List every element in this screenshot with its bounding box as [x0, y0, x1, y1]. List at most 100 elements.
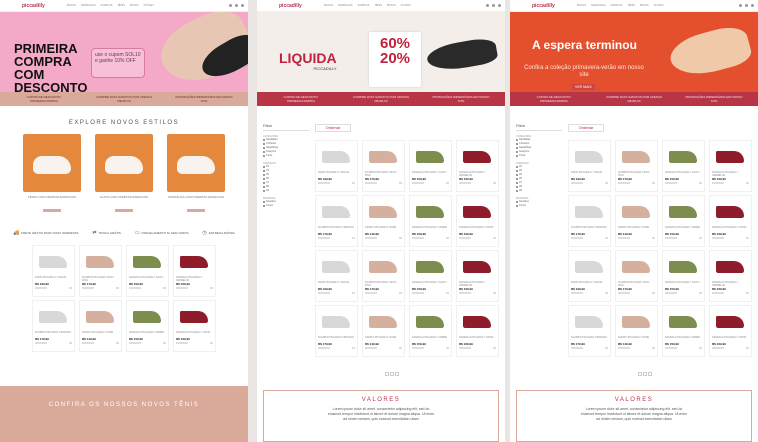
wishlist-icon[interactable]	[116, 287, 119, 289]
wishlist-icon[interactable]	[746, 292, 749, 294]
buy-button[interactable]	[618, 237, 630, 239]
buy-button[interactable]	[82, 287, 94, 289]
product-card[interactable]: SAPATO PICCADILLY NUDE R$ 149,99	[362, 195, 405, 247]
product-card[interactable]: TÊNIS PICCADILLY CASUAL R$ 199,99	[315, 140, 358, 192]
nav-item[interactable]: BOTAS	[640, 4, 649, 7]
wishlist-icon[interactable]	[446, 182, 449, 184]
buy-button[interactable]	[318, 182, 330, 184]
wishlist-icon[interactable]	[493, 237, 496, 239]
cart-icon[interactable]	[241, 4, 244, 7]
product-card[interactable]: TÊNIS PICCADILLY CASUAL R$ 199,99	[315, 250, 358, 302]
buy-button[interactable]	[571, 237, 583, 239]
buy-button[interactable]	[571, 292, 583, 294]
checkbox-icon[interactable]	[263, 205, 265, 207]
product-card[interactable]: TÊNIS PICCADILLY CASUAL R$ 199,99	[32, 245, 75, 297]
wishlist-icon[interactable]	[652, 182, 655, 184]
wishlist-icon[interactable]	[399, 237, 402, 239]
filter-header[interactable]: Filtrar	[263, 124, 309, 131]
buy-button[interactable]	[712, 237, 724, 239]
buy-button[interactable]	[35, 287, 47, 289]
wishlist-icon[interactable]	[352, 237, 355, 239]
nav-item[interactable]: SANDÁLIAS	[81, 4, 96, 7]
product-card[interactable]: SCARPIN PICCADILLY BICO FINO R$ 179,99	[615, 250, 658, 302]
wishlist-icon[interactable]	[399, 347, 402, 349]
checkbox-icon[interactable]	[516, 139, 518, 141]
buy-button[interactable]	[459, 292, 471, 294]
hero-banner[interactable]: PRIMEIRA COMPRA COM DESCONTO use o cupom…	[0, 12, 248, 92]
buy-button[interactable]	[459, 237, 471, 239]
product-card[interactable]: TÊNIS PICCADILLY CASUAL R$ 199,99	[568, 140, 611, 192]
wishlist-icon[interactable]	[699, 182, 702, 184]
wishlist-icon[interactable]	[352, 347, 355, 349]
checkbox-icon[interactable]	[263, 139, 265, 141]
wishlist-icon[interactable]	[652, 347, 655, 349]
style-card[interactable]: TÊNIS COM OFERTAS ESPECIAIS	[23, 134, 81, 217]
checkbox-icon[interactable]	[263, 186, 265, 188]
product-card[interactable]: SCARPIN PICCADILLY BRANCO R$ 179,99	[315, 195, 358, 247]
product-card[interactable]: SANDÁLIA PICCADILLY VERDE R$ 159,99	[662, 195, 705, 247]
page-button[interactable]	[395, 372, 399, 376]
filter-option[interactable]: 39	[263, 189, 309, 193]
nav-item[interactable]: OUTLET	[144, 4, 154, 7]
product-card[interactable]: SCARPIN PICCADILLY BRANCO R$ 179,99	[568, 305, 611, 357]
checkbox-icon[interactable]	[516, 155, 518, 157]
product-card[interactable]: SANDÁLIA PICCADILLY VINHO R$ 169,99	[709, 305, 752, 357]
nav-item[interactable]: BOTAS	[130, 4, 139, 7]
nav-item[interactable]: TÊNIS	[627, 4, 635, 7]
style-card[interactable]: FLATS COM OFERTAS ESPECIAIS	[95, 134, 153, 217]
style-button[interactable]	[187, 209, 205, 212]
product-card[interactable]: SCARPIN PICCADILLY BRANCO R$ 179,99	[32, 300, 75, 352]
product-card[interactable]: SCARPIN PICCADILLY BRANCO R$ 179,99	[568, 195, 611, 247]
product-card[interactable]: SANDÁLIA PICCADILLY VERDE R$ 159,99	[409, 305, 452, 357]
checkbox-icon[interactable]	[516, 201, 518, 203]
style-card[interactable]: SANDÁLIAS COM OFERTAS ESPECIAIS	[167, 134, 225, 217]
checkbox-icon[interactable]	[263, 147, 265, 149]
nav-item[interactable]: OUTLET	[654, 4, 664, 7]
hero-banner[interactable]: A espera terminou Confira a coleção prim…	[510, 12, 758, 92]
user-icon[interactable]	[745, 4, 748, 7]
sort-button[interactable]: Ordenar	[568, 124, 604, 132]
wishlist-icon[interactable]	[746, 347, 749, 349]
buy-button[interactable]	[365, 292, 377, 294]
buy-button[interactable]	[665, 292, 677, 294]
wishlist-icon[interactable]	[605, 292, 608, 294]
nav-item[interactable]: BLOGS	[577, 4, 586, 7]
user-icon[interactable]	[235, 4, 238, 7]
product-card[interactable]: SANDÁLIA PICCADILLY VINHO R$ 169,99	[173, 300, 216, 352]
buy-button[interactable]	[571, 182, 583, 184]
wishlist-icon[interactable]	[352, 182, 355, 184]
buy-button[interactable]	[365, 182, 377, 184]
buy-button[interactable]	[318, 237, 330, 239]
wishlist-icon[interactable]	[69, 287, 72, 289]
checkbox-icon[interactable]	[516, 205, 518, 207]
checkbox-icon[interactable]	[263, 190, 265, 192]
checkbox-icon[interactable]	[516, 178, 518, 180]
wishlist-icon[interactable]	[746, 237, 749, 239]
search-icon[interactable]	[229, 4, 232, 7]
nav-item[interactable]: SANDÁLIAS	[591, 4, 606, 7]
product-card[interactable]: SAPATO PICCADILLY NUDE R$ 149,99	[615, 195, 658, 247]
wishlist-icon[interactable]	[446, 347, 449, 349]
product-card[interactable]: SANDÁLIA PICCADILLY SALTO R$ 159,99	[126, 245, 169, 297]
search-icon[interactable]	[739, 4, 742, 7]
buy-button[interactable]	[712, 182, 724, 184]
checkbox-icon[interactable]	[263, 143, 265, 145]
product-card[interactable]: SANDÁLIA PICCADILLY VERMELHA R$ 169,99	[456, 140, 499, 192]
buy-button[interactable]	[571, 347, 583, 349]
hero-banner[interactable]: LIQUIDA PICCADILLY 60% 20%	[257, 12, 505, 92]
checkbox-icon[interactable]	[516, 170, 518, 172]
page-button[interactable]	[390, 372, 394, 376]
product-card[interactable]: SANDÁLIA PICCADILLY VERDE R$ 159,99	[409, 195, 452, 247]
buy-button[interactable]	[365, 237, 377, 239]
wishlist-icon[interactable]	[493, 182, 496, 184]
brand-logo[interactable]: piccadilly	[279, 3, 302, 9]
filter-option[interactable]: Couro	[516, 204, 562, 208]
banner-button[interactable]: VER MAIS	[572, 84, 595, 90]
buy-button[interactable]	[412, 237, 424, 239]
filter-option[interactable]: Tênis	[516, 154, 562, 158]
buy-button[interactable]	[665, 347, 677, 349]
checkbox-icon[interactable]	[263, 201, 265, 203]
buy-button[interactable]	[176, 287, 188, 289]
wishlist-icon[interactable]	[605, 347, 608, 349]
product-card[interactable]: TÊNIS PICCADILLY CASUAL R$ 199,99	[568, 250, 611, 302]
